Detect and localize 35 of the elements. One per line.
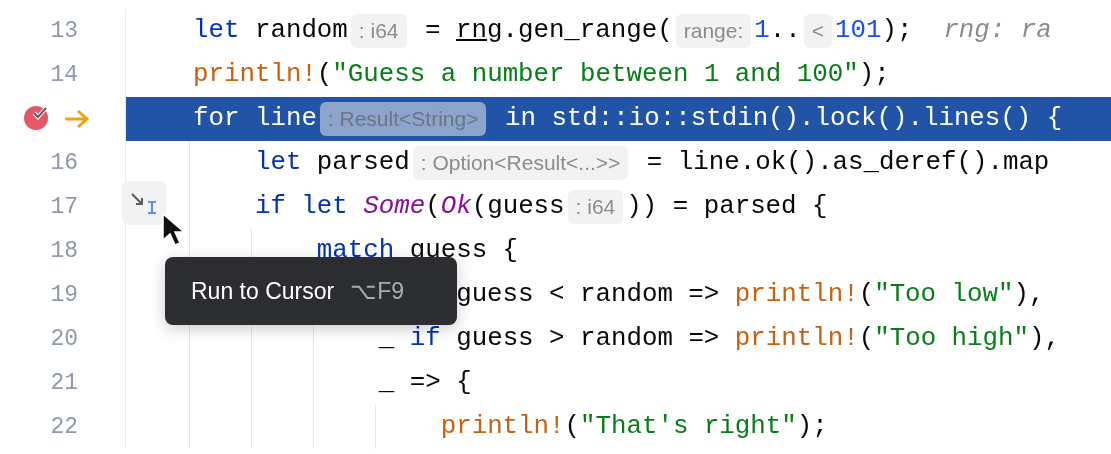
inlay-hint: : Result<String> — [319, 102, 487, 136]
code-text: if let Some(Ok(guess — [254, 190, 565, 223]
code-text: = line.ok().as_deref().map — [645, 146, 1050, 179]
inlay-hint: : i64 — [567, 190, 624, 224]
line-number: 14 — [49, 60, 78, 90]
inlay-hint: < — [803, 14, 832, 48]
run-to-cursor-button[interactable] — [122, 181, 166, 225]
line-number: 13 — [49, 16, 78, 46]
code-text: 1.. — [754, 14, 801, 47]
line-number: 21 — [49, 368, 78, 398]
code-text: let parsed — [254, 146, 410, 179]
inlay-hint: range: — [675, 14, 752, 48]
line-number: 17 — [49, 192, 78, 222]
tooltip-text: Run to Cursor — [191, 276, 335, 306]
code-text: _ => { — [378, 366, 472, 399]
code-text: )) = parsed { — [626, 190, 828, 223]
code-text: let random — [193, 14, 348, 47]
line-number: 16 — [49, 148, 78, 178]
code-text: _ if guess > random => println!("Too high"), — [378, 322, 1060, 355]
line-number: 22 — [49, 412, 78, 442]
run-to-cursor-icon — [129, 191, 159, 215]
line-number: 18 — [49, 236, 78, 266]
code-text: in std::io::stdin().lock().lines() { — [503, 102, 1063, 135]
code-text: 101); — [835, 14, 913, 47]
code-text: println!("Guess a number between 1 and 100"); — [193, 58, 890, 91]
inlay-hint: : i64 — [350, 14, 407, 48]
inline-value: rng: ra — [942, 14, 1052, 47]
code-text: = rng.gen_range( — [424, 14, 673, 47]
shortcut-text: ⌥F9 — [350, 276, 404, 306]
code-text: println!("That's right"); — [440, 410, 828, 443]
line-number: 20 — [49, 324, 78, 354]
code-text: guess < random => println!("Too low"), — [456, 278, 1045, 311]
code-text: for line — [193, 102, 317, 135]
line-number: 19 — [49, 280, 78, 310]
inlay-hint: : Option<Result<...>> — [412, 146, 629, 180]
